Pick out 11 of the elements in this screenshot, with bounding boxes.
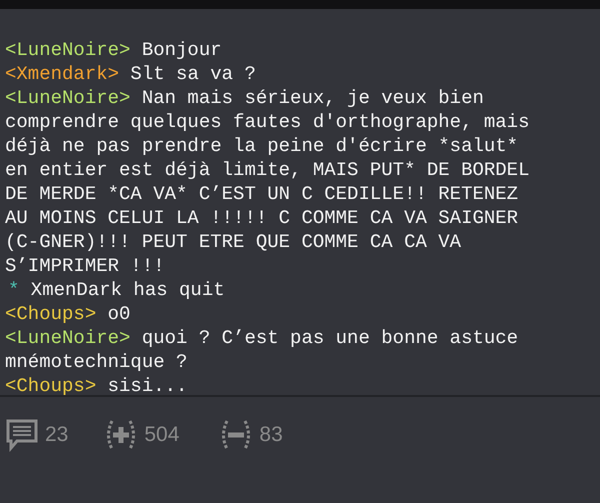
chat-message: <LuneNoire> quoi ? C’est pas une bonne astuce mnémotechnique ? xyxy=(5,326,520,374)
downvote-count: 83 xyxy=(259,422,283,448)
chat-message: <Xmendark> Slt sa va ? xyxy=(5,62,257,86)
chat-message: <LuneNoire> Nan mais sérieux, je veux bien comprendre quelques fautes d'orthographe, mais déjà ne pas prendre la peine d'écrire *salut* en entier est déjà limite, MAIS PUT* DE BORDEL DE MERDE *CA VA* C’EST UN C CEDILLE!! RETENEZ AU MOINS CELUI LA !!!!! C COMME CA VA SAIGNER (C-GNER)!!! PEUT ETRE QUE COMME CA CA VA S’IMPRIMER !!! xyxy=(5,86,530,278)
chat-message: <LuneNoire> Bonjour xyxy=(5,38,223,62)
chat-message: <Choups> sisi... xyxy=(5,374,188,398)
chat-message: <Choups> o0 xyxy=(5,302,132,326)
comment-count: 23 xyxy=(45,422,68,448)
comment-icon[interactable] xyxy=(5,418,39,452)
upvote-count: 504 xyxy=(144,422,180,448)
quit-notice: * XmenDark has quit xyxy=(7,278,226,302)
